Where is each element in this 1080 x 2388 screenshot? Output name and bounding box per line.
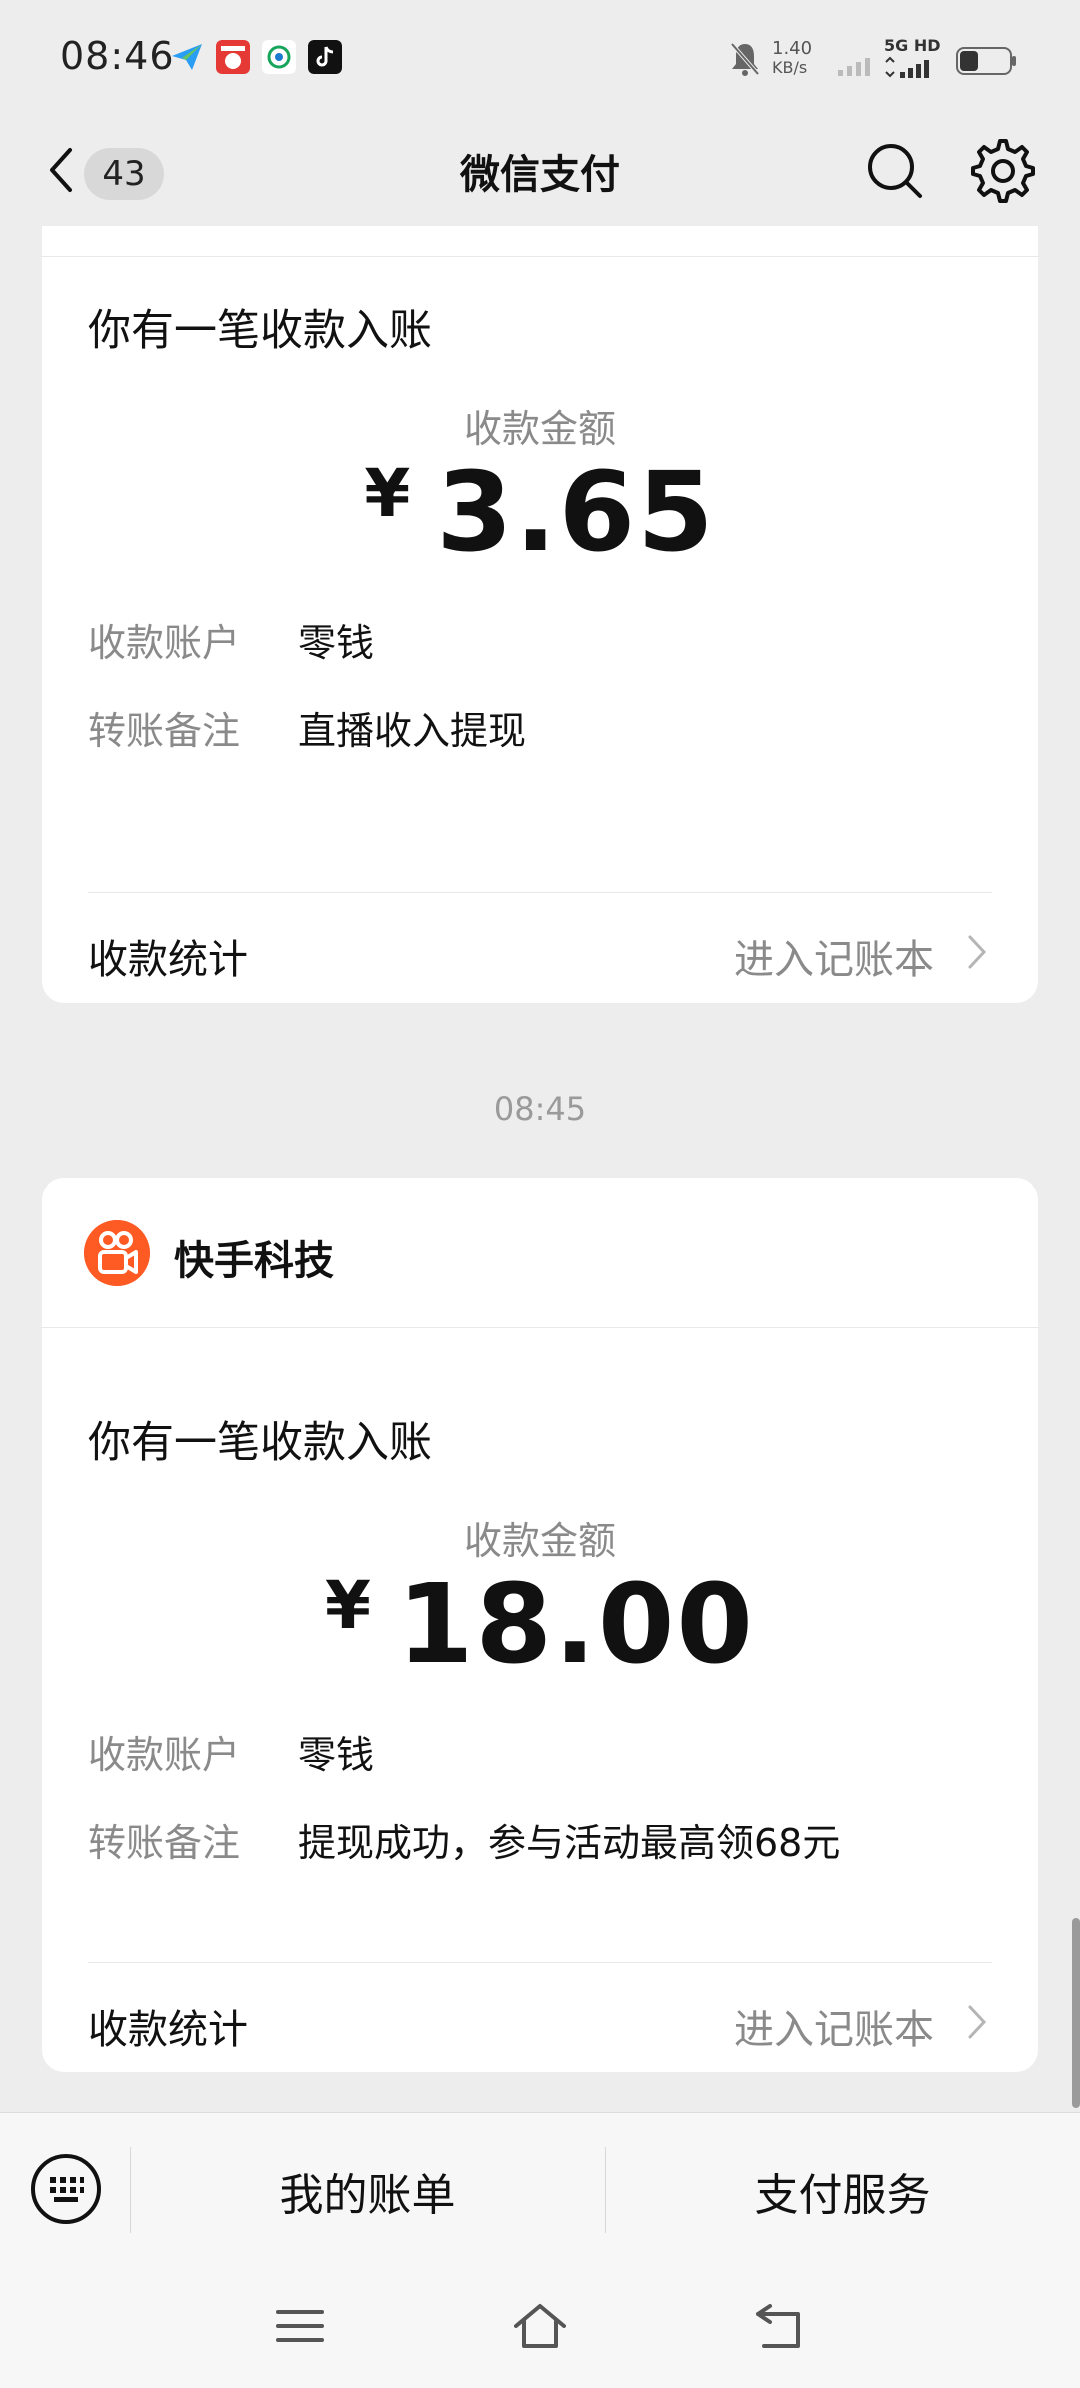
account-label: 收款账户	[88, 1733, 241, 1777]
payment-card[interactable]: 你有一笔收款入账 收款金额 ¥3.65 收款账户 零钱 转账备注 直播收入提现 …	[42, 226, 1038, 1003]
gear-icon[interactable]	[968, 136, 1038, 206]
note-label: 转账备注	[88, 1821, 241, 1865]
mute-bell-icon	[730, 42, 760, 76]
paper-plane-app-icon	[172, 44, 202, 70]
net-speed-value: 1.40	[772, 38, 813, 59]
home-icon[interactable]	[510, 2296, 570, 2356]
stats-footer[interactable]: 收款统计 进入记账本	[88, 1962, 992, 2072]
menu-icon[interactable]	[270, 2296, 330, 2356]
payment-services-button[interactable]: 支付服务	[605, 2159, 1080, 2223]
timestamp: 08:45	[493, 1090, 587, 1128]
nav-bar: 43 微信支付	[0, 118, 1080, 226]
amount-number: 3.65	[436, 448, 716, 576]
bottom-menu: 我的账单 支付服务	[0, 2112, 1080, 2266]
sender-name: 快手科技	[174, 1238, 334, 1284]
header-divider	[42, 256, 1038, 257]
status-indicators: 1.40 KB/s 5G HD	[728, 34, 1028, 84]
network-type: 5G HD	[884, 36, 941, 55]
message-list[interactable]: 你有一笔收款入账 收款金额 ¥3.65 收款账户 零钱 转账备注 直播收入提现 …	[0, 226, 1080, 2112]
ledger-link[interactable]: 进入记账本	[734, 1997, 934, 2055]
note-value: 直播收入提现	[298, 709, 527, 753]
net-speed-unit: KB/s	[772, 58, 808, 77]
battery-icon	[956, 47, 1016, 75]
amount-number: 18.00	[396, 1560, 755, 1688]
kuaishou-logo-icon	[84, 1220, 150, 1286]
account-label: 收款账户	[88, 621, 241, 665]
signal-weak-icon	[838, 58, 870, 76]
my-bills-button[interactable]: 我的账单	[130, 2159, 605, 2223]
currency-symbol: ¥	[364, 455, 413, 532]
note-label: 转账备注	[88, 709, 241, 753]
amount-label: 收款金额	[463, 407, 616, 451]
account-value: 零钱	[298, 621, 375, 665]
ledger-link[interactable]: 进入记账本	[734, 927, 934, 985]
keyboard-icon[interactable]	[30, 2153, 102, 2225]
status-time: 08:46	[60, 34, 175, 78]
currency-symbol: ¥	[325, 1567, 373, 1644]
scrollbar[interactable]	[1072, 1918, 1080, 2108]
payment-card[interactable]: 快手科技 你有一笔收款入账 收款金额 ¥18.00 收款账户 零钱 转账备注 提…	[42, 1178, 1038, 2072]
note-value: 提现成功，参与活动最高领68元	[298, 1821, 841, 1865]
chevron-right-icon	[968, 2005, 987, 2039]
back-nav-icon[interactable]	[750, 2296, 810, 2356]
china-mobile-app-icon	[262, 40, 296, 74]
stats-footer[interactable]: 收款统计 进入记账本	[88, 892, 992, 1002]
stats-label: 收款统计	[88, 937, 248, 983]
stats-label: 收款统计	[88, 2007, 248, 2053]
search-icon[interactable]	[860, 136, 930, 206]
amount-value: ¥3.65	[42, 448, 1038, 576]
food-app-icon	[216, 40, 250, 74]
account-value: 零钱	[298, 1733, 375, 1777]
amount-label: 收款金额	[463, 1519, 616, 1563]
card-title: 你有一笔收款入账	[88, 306, 432, 356]
card-header[interactable]: 快手科技	[42, 1178, 1038, 1328]
system-nav-bar	[0, 2266, 1080, 2388]
amount-value: ¥18.00	[42, 1560, 1038, 1688]
tiktok-app-icon	[308, 40, 342, 74]
status-bar: 08:46 1.40 KB/s 5G HD	[0, 0, 1080, 118]
card-title: 你有一笔收款入账	[88, 1418, 432, 1468]
chevron-right-icon	[968, 935, 987, 969]
signal-strong-icon	[885, 56, 929, 78]
